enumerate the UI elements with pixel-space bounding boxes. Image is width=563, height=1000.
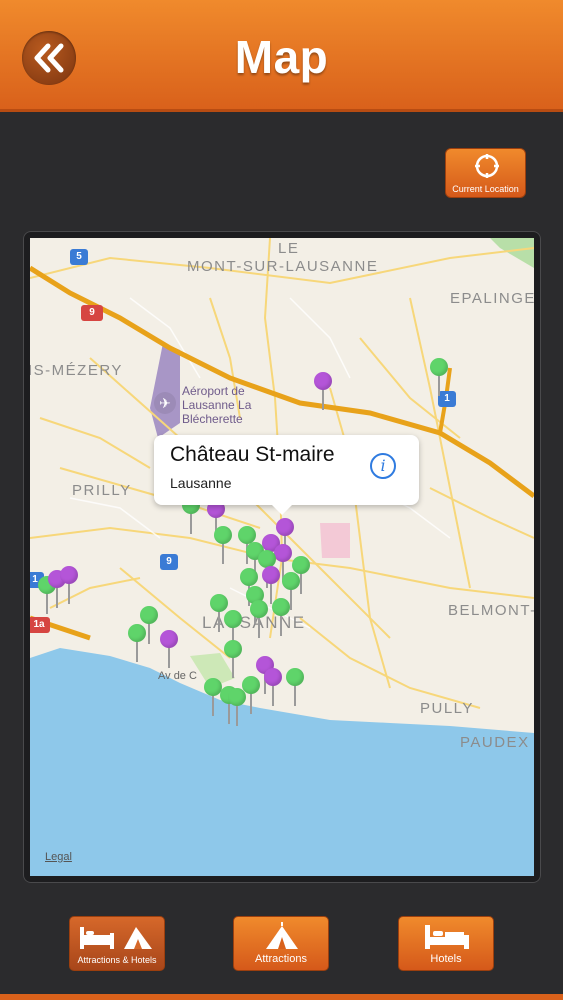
hotel-pin[interactable] <box>264 668 282 706</box>
map-label-mont-sur-lausanne: MONT-SUR-LAUSANNE <box>187 258 379 275</box>
hotel-pin[interactable] <box>60 566 78 604</box>
info-icon[interactable]: i <box>370 453 396 479</box>
attraction-pin[interactable] <box>286 668 304 706</box>
attraction-pin[interactable] <box>140 606 158 644</box>
attraction-pin[interactable] <box>204 678 222 716</box>
legal-link[interactable]: Legal <box>45 851 72 863</box>
attractions-hotels-label: Attractions & Hotels <box>77 955 157 965</box>
road-shield-1: 1 <box>438 391 456 407</box>
hotels-label: Hotels <box>430 953 462 965</box>
current-location-label: Current Location <box>452 184 519 194</box>
attraction-pin[interactable] <box>272 598 290 636</box>
attractions-label: Attractions <box>255 953 307 965</box>
road-shield-9b: 9 <box>160 554 178 570</box>
attraction-pin[interactable] <box>38 576 56 614</box>
attraction-pin[interactable] <box>182 496 200 534</box>
map-label-prilly: PRILLY <box>72 482 132 499</box>
tent-icon <box>266 922 298 949</box>
attractions-button[interactable]: Attractions <box>233 916 329 971</box>
attraction-pin[interactable] <box>292 556 310 594</box>
hotel-pin[interactable] <box>262 566 280 604</box>
map-label-le: LE <box>278 240 300 257</box>
attraction-pin[interactable] <box>224 640 242 678</box>
attractions-hotels-button[interactable]: Attractions & Hotels <box>69 916 165 971</box>
bed-icon <box>425 925 469 949</box>
callout-subtitle: Lausanne <box>170 475 232 491</box>
attraction-pin[interactable] <box>250 600 268 638</box>
road-shield-9: 9 <box>81 305 103 321</box>
map-label-epalinges: EPALINGE <box>450 290 534 307</box>
location-callout[interactable]: Château St-maire Lausanne i <box>154 435 419 515</box>
hotel-pin[interactable] <box>48 570 66 608</box>
attraction-pin[interactable] <box>128 624 146 662</box>
hotel-pin[interactable] <box>160 630 178 668</box>
map-label-pully: PULLY <box>420 700 474 717</box>
top-bar: Map <box>0 0 563 112</box>
hotels-button[interactable]: Hotels <box>398 916 494 971</box>
bed-and-tent-icon <box>80 927 152 949</box>
road-shield-5: 5 <box>70 249 88 265</box>
road-shield-1a: 1a <box>30 617 50 633</box>
map-label-belmont: BELMONT-S <box>448 602 534 619</box>
attraction-pin[interactable] <box>242 676 260 714</box>
attraction-pin[interactable] <box>282 572 300 610</box>
attraction-pin[interactable] <box>214 526 232 564</box>
attraction-pin[interactable] <box>210 594 228 632</box>
current-location-button[interactable]: Current Location <box>445 148 526 198</box>
map-view[interactable]: LE MONT-SUR-LAUSANNE EPALINGE IS-MÉZERY … <box>30 238 534 876</box>
airport-icon: ✈ <box>154 392 176 414</box>
airport-label: Aéroport de Lausanne La Blécherette <box>182 384 252 426</box>
attraction-pin[interactable] <box>220 686 238 724</box>
map-label-avenue: Av de C <box>158 670 197 682</box>
attraction-pin[interactable] <box>228 688 246 726</box>
map-label-paudex: PAUDEX <box>460 734 530 751</box>
bottom-accent-strip <box>0 994 563 1000</box>
hotel-pin[interactable] <box>314 372 332 410</box>
map-label-mezery: IS-MÉZERY <box>30 362 123 379</box>
attraction-pin[interactable] <box>430 358 448 396</box>
crosshair-icon <box>475 154 499 178</box>
page-title: Map <box>234 31 329 83</box>
callout-title: Château St-maire <box>170 443 335 466</box>
